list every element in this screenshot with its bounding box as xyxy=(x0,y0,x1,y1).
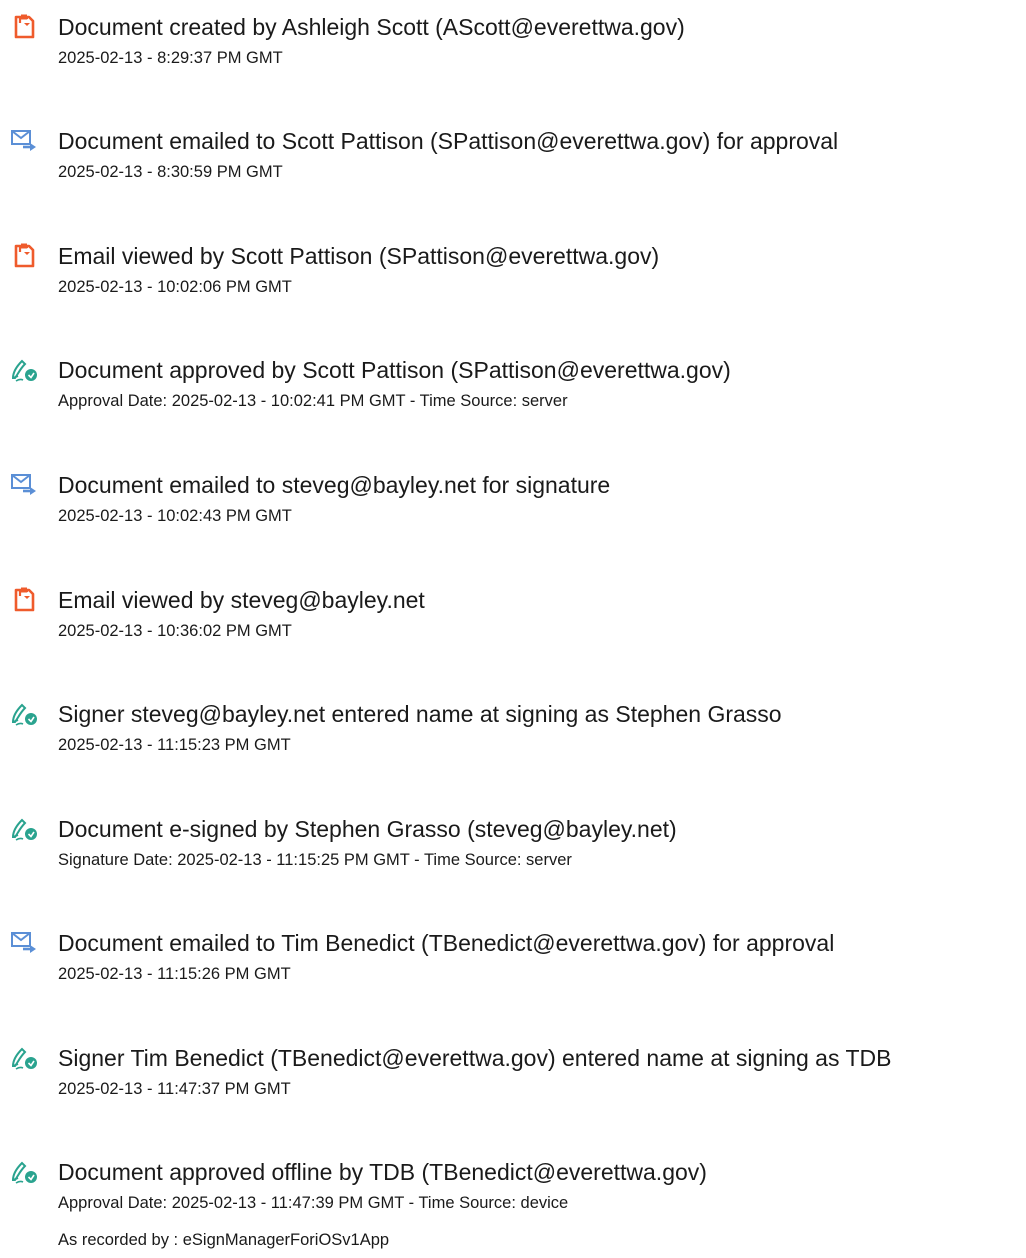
signature-pen-icon xyxy=(9,1158,39,1186)
audit-entry-timestamp: Approval Date: 2025-02-13 - 11:47:39 PM … xyxy=(58,1194,569,1212)
audit-entry-timestamp: 2025-02-13 - 10:36:02 PM GMT xyxy=(58,622,292,640)
audit-entry-title: Email viewed by steveg@bayley.net xyxy=(58,587,425,613)
audit-entry-timestamp: 2025-02-13 - 8:30:59 PM GMT xyxy=(58,163,283,181)
audit-entry-title: Signer steveg@bayley.net entered name at… xyxy=(58,701,782,727)
document-icon xyxy=(9,13,39,41)
audit-entry-title: Email viewed by Scott Pattison (SPattiso… xyxy=(58,243,660,269)
signature-pen-icon xyxy=(9,356,39,384)
audit-entry-title: Document created by Ashleigh Scott (ASco… xyxy=(58,14,685,40)
audit-entry-title: Document emailed to Tim Benedict (TBened… xyxy=(58,930,835,956)
audit-entry-timestamp: 2025-02-13 - 11:47:37 PM GMT xyxy=(58,1080,291,1098)
signature-pen-icon xyxy=(9,700,39,728)
audit-entry-title: Signer Tim Benedict (TBenedict@everettwa… xyxy=(58,1045,892,1071)
audit-entry-title: Document emailed to Scott Pattison (SPat… xyxy=(58,128,839,154)
audit-entry-note: As recorded by : eSignManagerForiOSv1App xyxy=(58,1231,390,1249)
audit-entry-timestamp: Approval Date: 2025-02-13 - 10:02:41 PM … xyxy=(58,392,568,410)
audit-entry-title: Document approved by Scott Pattison (SPa… xyxy=(58,357,731,383)
audit-entry-title: Document emailed to steveg@bayley.net fo… xyxy=(58,472,611,498)
audit-entry-title: Document approved offline by TDB (TBened… xyxy=(58,1159,707,1185)
audit-entry-timestamp: Signature Date: 2025-02-13 - 11:15:25 PM… xyxy=(58,851,572,869)
email-icon xyxy=(9,929,39,957)
audit-entry-timestamp: 2025-02-13 - 8:29:37 PM GMT xyxy=(58,49,283,67)
document-icon xyxy=(9,242,39,270)
document-icon xyxy=(9,586,39,614)
email-icon xyxy=(9,127,39,155)
signature-pen-icon xyxy=(9,1044,39,1072)
audit-entry-timestamp: 2025-02-13 - 11:15:26 PM GMT xyxy=(58,965,291,983)
audit-entry-timestamp: 2025-02-13 - 10:02:43 PM GMT xyxy=(58,507,292,525)
email-icon xyxy=(9,471,39,499)
signature-pen-icon xyxy=(9,815,39,843)
audit-entry-timestamp: 2025-02-13 - 10:02:06 PM GMT xyxy=(58,278,292,296)
audit-entry-timestamp: 2025-02-13 - 11:15:23 PM GMT xyxy=(58,736,291,754)
audit-entry-title: Document e-signed by Stephen Grasso (ste… xyxy=(58,816,677,842)
